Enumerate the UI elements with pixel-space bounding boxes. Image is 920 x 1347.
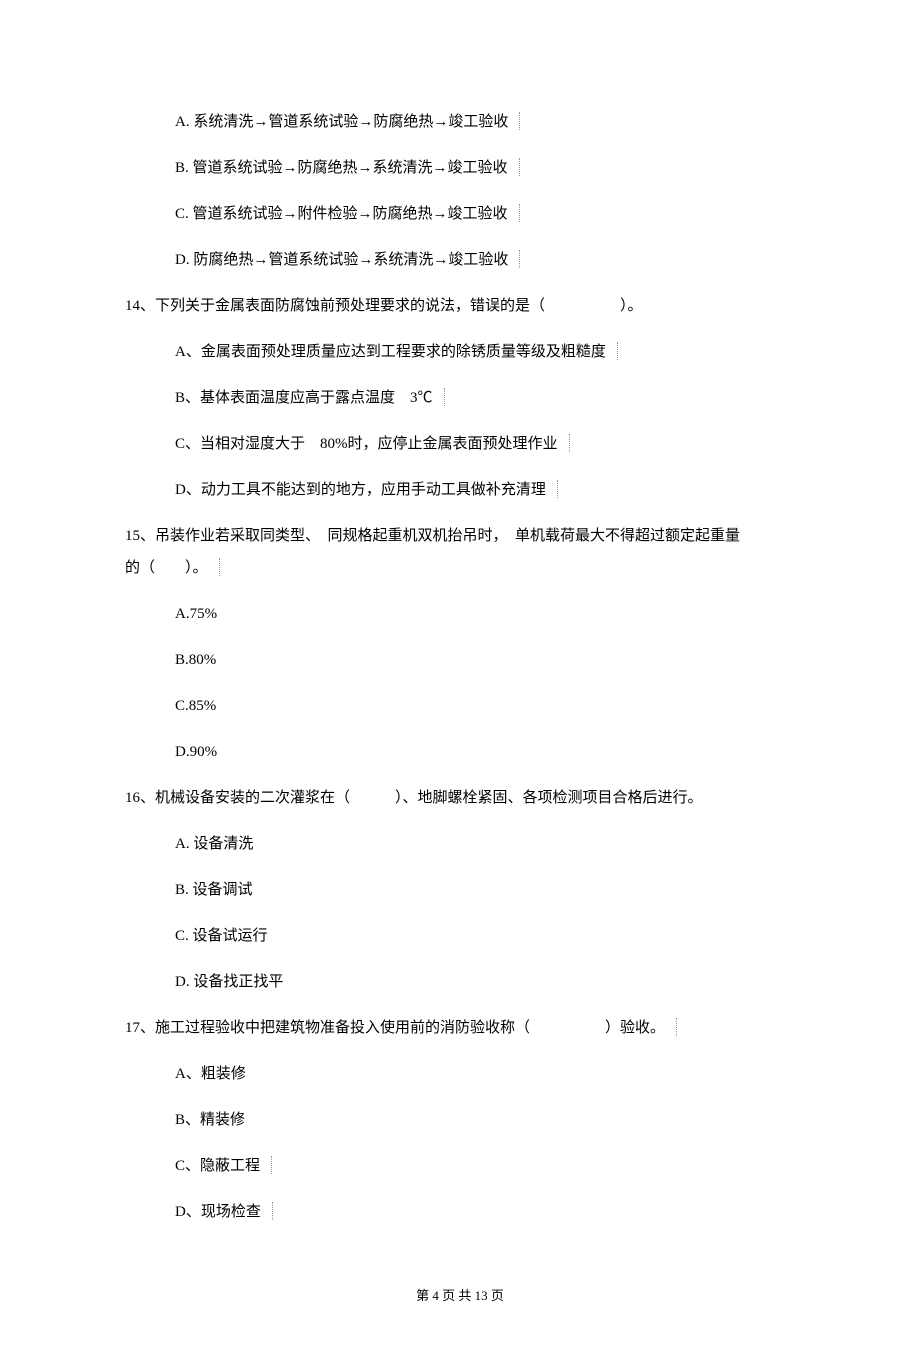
q16-option-b: B. 设备调试	[175, 878, 253, 902]
q14-question: 14、下列关于金属表面防腐蚀前预处理要求的说法，错误的是（ ）。	[125, 294, 795, 318]
q15-option-a: A.75%	[175, 602, 217, 626]
q14-option-a: A、金属表面预处理质量应达到工程要求的除锈质量等级及粗糙度	[175, 340, 606, 364]
q15-question-line2: 的（ ）。	[125, 556, 208, 580]
q14-option-c: C、当相对湿度大于 80%时，应停止金属表面预处理作业	[175, 432, 558, 456]
q15-option-b: B.80%	[175, 648, 216, 672]
q17-option-d: D、现场检查	[175, 1200, 261, 1224]
q15-option-c: C.85%	[175, 694, 216, 718]
q14-option-d: D、动力工具不能达到的地方，应用手动工具做补充清理	[175, 478, 546, 502]
q13-option-a: A. 系统清洗→管道系统试验→防腐绝热→竣工验收	[175, 110, 508, 134]
q16-option-d: D. 设备找正找平	[175, 970, 283, 994]
q16-text: 16、机械设备安装的二次灌浆在（ ）、地脚螺栓紧固、各项检测项目合格后进行。	[125, 786, 703, 810]
q14-text: 14、下列关于金属表面防腐蚀前预处理要求的说法，错误的是（ ）。	[125, 294, 643, 318]
q16-option-c: C. 设备试运行	[175, 924, 268, 948]
q13-option-d: D. 防腐绝热→管道系统试验→系统清洗→竣工验收	[175, 248, 508, 272]
q14-option-b: B、基体表面温度应高于露点温度 3℃	[175, 386, 433, 410]
q13-option-b: B. 管道系统试验→防腐绝热→系统清洗→竣工验收	[175, 156, 508, 180]
q15-option-d: D.90%	[175, 740, 217, 764]
q16-option-a: A. 设备清洗	[175, 832, 253, 856]
q17-option-a: A、粗装修	[175, 1062, 246, 1086]
q15-question-line1: 15、吊装作业若采取同类型、 同规格起重机双机抬吊时， 单机载荷最大不得超过额定…	[125, 524, 795, 548]
q17-option-c: C、隐蔽工程	[175, 1154, 260, 1178]
page-footer: 第 4 页 共 13 页	[125, 1286, 795, 1307]
q16-question: 16、机械设备安装的二次灌浆在（ ）、地脚螺栓紧固、各项检测项目合格后进行。	[125, 786, 795, 810]
q17-text: 17、施工过程验收中把建筑物准备投入使用前的消防验收称（ ）验收。	[125, 1016, 665, 1040]
q17-option-b: B、精装修	[175, 1108, 245, 1132]
q17-question: 17、施工过程验收中把建筑物准备投入使用前的消防验收称（ ）验收。	[125, 1016, 795, 1040]
q13-option-c: C. 管道系统试验→附件检验→防腐绝热→竣工验收	[175, 202, 508, 226]
